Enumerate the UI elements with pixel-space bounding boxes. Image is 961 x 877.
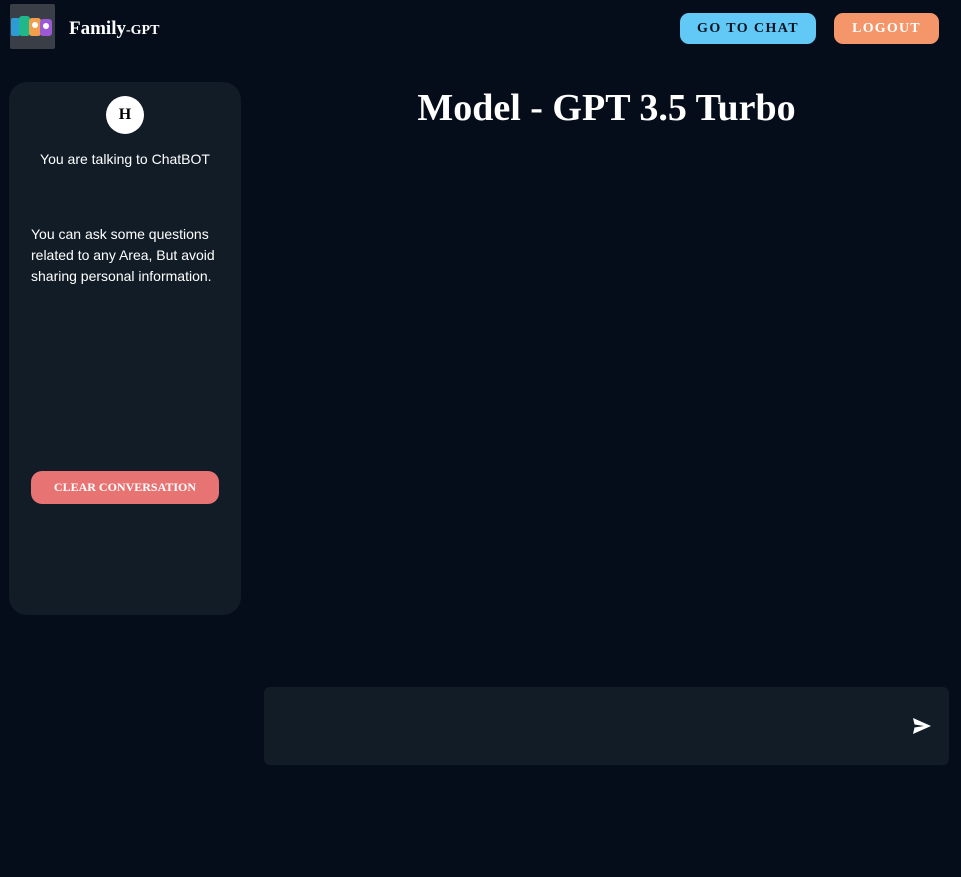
go-to-chat-button[interactable]: GO TO CHAT (680, 13, 816, 44)
send-button[interactable] (907, 711, 937, 741)
chat-input-bar (264, 687, 949, 765)
chat-message-input[interactable] (280, 707, 894, 747)
family-gpt-logo-icon[interactable] (10, 4, 55, 49)
sidebar-panel: H You are talking to ChatBOT You can ask… (9, 82, 241, 615)
model-title: Model - GPT 3.5 Turbo (417, 87, 796, 129)
brand-sub: -GPT (126, 23, 160, 38)
brand-main: Family (69, 18, 126, 39)
avatar: H (106, 96, 144, 134)
usage-info-text: You can ask some questions related to an… (31, 226, 215, 284)
chatbot-status-text: You are talking to ChatBOT (40, 151, 210, 167)
chat-page: Family-GPT GO TO CHAT LOGOUT H You are t… (0, 0, 961, 877)
clear-conversation-button[interactable]: CLEAR CONVERSATION (31, 471, 219, 504)
brand-title[interactable]: Family-GPT (69, 18, 159, 40)
send-icon (913, 718, 931, 734)
logout-button[interactable]: LOGOUT (834, 13, 939, 44)
